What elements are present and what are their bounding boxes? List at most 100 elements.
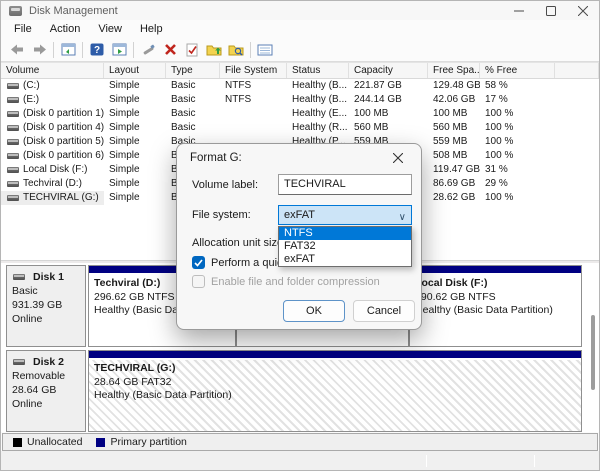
toolbar-separator [250,42,251,58]
column-header-blank[interactable] [555,63,599,78]
folder-search-icon[interactable] [225,40,247,60]
cell-layout: Simple [104,177,166,191]
primary-partition-band [89,351,581,359]
console-play-icon[interactable] [108,40,130,60]
window-title: Disk Management [29,5,118,17]
cell-free: 28.62 GB [428,191,480,205]
legend-item-unallocated: Unallocated [13,436,82,448]
cell-pct: 100 % [480,135,555,149]
table-row[interactable]: (Disk 0 partition 4)SimpleBasicHealthy (… [1,121,599,135]
volume-name: (Disk 0 partition 5) [23,135,104,149]
cell-layout: Simple [104,163,166,177]
back-icon[interactable] [6,40,28,60]
file-system-combobox[interactable]: exFAT ∨ [278,205,412,225]
partition-techviral-g-[interactable]: TECHVIRAL (G:)28.64 GB FAT32Healthy (Bas… [88,350,582,432]
properties-check-icon[interactable] [181,40,203,60]
scrollbar-thumb[interactable] [591,315,595,390]
cell-fs: NTFS [220,93,287,107]
cell-type: Basic [166,79,220,93]
column-header-file-system[interactable]: File System [220,63,287,78]
legend-bar: UnallocatedPrimary partition [2,433,598,451]
disk-kind: Removable [12,369,80,383]
disk-icon [7,125,19,131]
column-header-layout[interactable]: Layout [104,63,166,78]
cell-status: Healthy (R... [287,121,349,135]
vertical-scrollbar[interactable] [589,265,597,430]
toolbar-separator [82,42,83,58]
column-header-capacity[interactable]: Capacity [349,63,428,78]
cancel-button[interactable]: Cancel [353,300,415,322]
cell-capacity: 100 MB [349,107,428,121]
open-folder-up-icon[interactable] [203,40,225,60]
cell-blank [555,191,599,205]
disk-icon [13,274,25,280]
partition-local-disk-f-[interactable]: Local Disk (F:)390.62 GB NTFSHealthy (Ba… [409,265,582,347]
cell-blank [555,163,599,177]
close-button[interactable] [567,1,599,20]
volume-name: TECHVIRAL (G:) [23,191,99,205]
table-row[interactable]: (E:)SimpleBasicNTFSHealthy (B...244.14 G… [1,93,599,107]
dropdown-option-exfat[interactable]: exFAT [279,253,411,266]
allocation-unit-label: Allocation unit size: [192,237,286,249]
dropdown-option-ntfs[interactable]: NTFS [279,227,411,240]
cell-layout: Simple [104,121,166,135]
toolbar-separator [133,42,134,58]
disk-kind: Basic [12,284,80,298]
cell-pct: 100 % [480,191,555,205]
volume-name: (E:) [23,93,39,107]
table-row[interactable]: (Disk 0 partition 1)SimpleBasicHealthy (… [1,107,599,121]
volume-table-header: VolumeLayoutTypeFile SystemStatusCapacit… [1,62,599,79]
delete-volume-icon[interactable] [159,40,181,60]
disk-icon [7,97,19,103]
column-header-type[interactable]: Type [166,63,220,78]
dialog-close-icon[interactable] [385,148,411,168]
menu-item-help[interactable]: Help [131,21,172,37]
volume-label-label: Volume label: [192,179,258,191]
cell-pct: 17 % [480,93,555,107]
maximize-button[interactable] [535,1,567,20]
ok-button[interactable]: OK [283,300,345,322]
menu-bar: FileActionViewHelp [1,20,599,38]
details-view-icon[interactable] [254,40,276,60]
cell-pct: 31 % [480,163,555,177]
disk-status: Online [12,397,80,411]
legend-label: Unallocated [27,436,82,448]
volume-label-input[interactable]: TECHVIRAL [278,174,412,195]
cell-free: 86.69 GB [428,177,480,191]
file-system-label: File system: [192,209,251,221]
volume-name: Local Disk (F:) [23,163,87,177]
menu-item-action[interactable]: Action [41,21,90,37]
console-window-icon[interactable] [57,40,79,60]
column-header--free[interactable]: % Free [480,63,555,78]
cell-layout: Simple [104,135,166,149]
cell-layout: Simple [104,107,166,121]
dialog-title: Format G: [190,152,242,164]
cell-pct: 29 % [480,177,555,191]
column-header-volume[interactable]: Volume [1,63,104,78]
minimize-button[interactable] [503,1,535,20]
status-bar [1,451,599,470]
column-header-status[interactable]: Status [287,63,349,78]
forward-icon[interactable] [28,40,50,60]
disk-status: Online [12,312,80,326]
cell-layout: Simple [104,149,166,163]
format-dialog: Format G: Volume label: TECHVIRAL File s… [176,143,422,330]
action-tool-icon[interactable] [137,40,159,60]
disk-label-2[interactable]: Disk 2Removable28.64 GBOnline [6,350,86,432]
column-header-free-spa-[interactable]: Free Spa... [428,63,480,78]
volume-cell: (C:) [1,79,104,93]
cell-blank [555,135,599,149]
partition-title: TECHVIRAL (G:) [94,362,576,376]
disk-icon [13,359,25,365]
toolbar: ? [1,38,599,62]
table-row[interactable]: (C:)SimpleBasicNTFSHealthy (B...221.87 G… [1,79,599,93]
file-system-value: exFAT [284,209,315,221]
menu-item-view[interactable]: View [89,21,131,37]
dropdown-option-fat32[interactable]: FAT32 [279,240,411,253]
cell-pct: 100 % [480,149,555,163]
checkbox-checked-icon[interactable] [192,256,205,269]
disk-label-1[interactable]: Disk 1Basic931.39 GBOnline [6,265,86,347]
help-icon[interactable]: ? [86,40,108,60]
menu-item-file[interactable]: File [5,21,41,37]
disk-name: Disk 1 [12,270,80,284]
